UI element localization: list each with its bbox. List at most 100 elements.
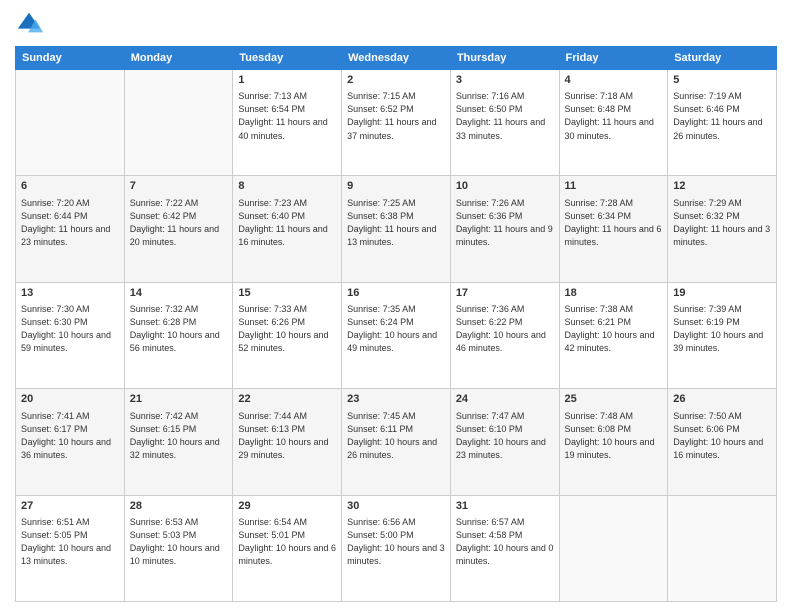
day-cell: 31 Sunrise: 6:57 AM Sunset: 4:58 PM Dayli… <box>450 495 559 601</box>
day-number: 26 <box>673 392 771 407</box>
day-cell: 13 Sunrise: 7:30 AM Sunset: 6:30 PM Dayli… <box>16 282 125 388</box>
day-cell <box>668 495 777 601</box>
day-cell: 21 Sunrise: 7:42 AM Sunset: 6:15 PM Dayli… <box>124 389 233 495</box>
day-number: 19 <box>673 286 771 301</box>
day-info: Sunrise: 7:22 AM Sunset: 6:42 PM Dayligh… <box>130 197 228 249</box>
col-header-friday: Friday <box>559 47 668 70</box>
day-cell: 29 Sunrise: 6:54 AM Sunset: 5:01 PM Dayli… <box>233 495 342 601</box>
day-number: 20 <box>21 392 119 407</box>
day-info: Sunrise: 7:47 AM Sunset: 6:10 PM Dayligh… <box>456 410 554 462</box>
day-number: 12 <box>673 179 771 194</box>
day-cell: 5 Sunrise: 7:19 AM Sunset: 6:46 PM Daylig… <box>668 70 777 176</box>
day-number: 1 <box>238 73 336 88</box>
day-number: 30 <box>347 499 445 514</box>
day-info: Sunrise: 7:35 AM Sunset: 6:24 PM Dayligh… <box>347 303 445 355</box>
day-info: Sunrise: 6:57 AM Sunset: 4:58 PM Dayligh… <box>456 516 554 568</box>
day-cell: 24 Sunrise: 7:47 AM Sunset: 6:10 PM Dayli… <box>450 389 559 495</box>
day-number: 23 <box>347 392 445 407</box>
day-cell <box>559 495 668 601</box>
day-cell: 30 Sunrise: 6:56 AM Sunset: 5:00 PM Dayli… <box>342 495 451 601</box>
day-info: Sunrise: 7:20 AM Sunset: 6:44 PM Dayligh… <box>21 197 119 249</box>
day-cell: 28 Sunrise: 6:53 AM Sunset: 5:03 PM Dayli… <box>124 495 233 601</box>
day-cell <box>124 70 233 176</box>
day-info: Sunrise: 7:16 AM Sunset: 6:50 PM Dayligh… <box>456 90 554 142</box>
day-number: 21 <box>130 392 228 407</box>
day-info: Sunrise: 7:29 AM Sunset: 6:32 PM Dayligh… <box>673 197 771 249</box>
day-cell: 14Sunrise: 7:32 AM Sunset: 6:28 PM Dayli… <box>124 282 233 388</box>
day-number: 7 <box>130 179 228 194</box>
day-cell: 22 Sunrise: 7:44 AM Sunset: 6:13 PM Dayli… <box>233 389 342 495</box>
day-cell: 9 Sunrise: 7:25 AM Sunset: 6:38 PM Daylig… <box>342 176 451 282</box>
day-number: 6 <box>21 179 119 194</box>
day-info: Sunrise: 7:42 AM Sunset: 6:15 PM Dayligh… <box>130 410 228 462</box>
logo <box>15 10 47 38</box>
week-row-1: 1 Sunrise: 7:13 AM Sunset: 6:54 PM Daylig… <box>16 70 777 176</box>
day-cell <box>16 70 125 176</box>
day-info: Sunrise: 6:56 AM Sunset: 5:00 PM Dayligh… <box>347 516 445 568</box>
day-cell: 6 Sunrise: 7:20 AM Sunset: 6:44 PM Daylig… <box>16 176 125 282</box>
page: SundayMondayTuesdayWednesdayThursdayFrid… <box>0 0 792 612</box>
day-cell: 12 Sunrise: 7:29 AM Sunset: 6:32 PM Dayli… <box>668 176 777 282</box>
day-cell: 16 Sunrise: 7:35 AM Sunset: 6:24 PM Dayli… <box>342 282 451 388</box>
day-info: Sunrise: 7:44 AM Sunset: 6:13 PM Dayligh… <box>238 410 336 462</box>
col-header-tuesday: Tuesday <box>233 47 342 70</box>
day-cell: 2Sunrise: 7:15 AM Sunset: 6:52 PM Daylig… <box>342 70 451 176</box>
day-number: 10 <box>456 179 554 194</box>
day-number: 5 <box>673 73 771 88</box>
day-cell: 23 Sunrise: 7:45 AM Sunset: 6:11 PM Dayli… <box>342 389 451 495</box>
day-cell: 18Sunrise: 7:38 AM Sunset: 6:21 PM Dayli… <box>559 282 668 388</box>
day-number: 4 <box>565 73 663 88</box>
day-cell: 4 Sunrise: 7:18 AM Sunset: 6:48 PM Daylig… <box>559 70 668 176</box>
col-header-thursday: Thursday <box>450 47 559 70</box>
day-number: 8 <box>238 179 336 194</box>
calendar-body: 1 Sunrise: 7:13 AM Sunset: 6:54 PM Daylig… <box>16 70 777 602</box>
day-cell: 10 Sunrise: 7:26 AM Sunset: 6:36 PM Dayli… <box>450 176 559 282</box>
day-info: Sunrise: 7:18 AM Sunset: 6:48 PM Dayligh… <box>565 90 663 142</box>
day-info: Sunrise: 7:23 AM Sunset: 6:40 PM Dayligh… <box>238 197 336 249</box>
day-cell: 8 Sunrise: 7:23 AM Sunset: 6:40 PM Daylig… <box>233 176 342 282</box>
day-number: 13 <box>21 286 119 301</box>
day-number: 31 <box>456 499 554 514</box>
week-row-5: 27Sunrise: 6:51 AM Sunset: 5:05 PM Dayli… <box>16 495 777 601</box>
day-info: Sunrise: 7:25 AM Sunset: 6:38 PM Dayligh… <box>347 197 445 249</box>
day-number: 3 <box>456 73 554 88</box>
day-info: Sunrise: 6:53 AM Sunset: 5:03 PM Dayligh… <box>130 516 228 568</box>
day-info: Sunrise: 7:45 AM Sunset: 6:11 PM Dayligh… <box>347 410 445 462</box>
day-info: Sunrise: 7:28 AM Sunset: 6:34 PM Dayligh… <box>565 197 663 249</box>
day-number: 22 <box>238 392 336 407</box>
day-number: 14 <box>130 286 228 301</box>
day-number: 11 <box>565 179 663 194</box>
day-number: 27 <box>21 499 119 514</box>
day-cell: 15Sunrise: 7:33 AM Sunset: 6:26 PM Dayli… <box>233 282 342 388</box>
day-cell: 1 Sunrise: 7:13 AM Sunset: 6:54 PM Daylig… <box>233 70 342 176</box>
day-info: Sunrise: 7:15 AM Sunset: 6:52 PM Dayligh… <box>347 90 445 142</box>
logo-icon <box>15 10 43 38</box>
day-cell: 3 Sunrise: 7:16 AM Sunset: 6:50 PM Daylig… <box>450 70 559 176</box>
day-number: 16 <box>347 286 445 301</box>
day-number: 24 <box>456 392 554 407</box>
day-number: 28 <box>130 499 228 514</box>
day-number: 9 <box>347 179 445 194</box>
day-info: Sunrise: 7:50 AM Sunset: 6:06 PM Dayligh… <box>673 410 771 462</box>
day-number: 29 <box>238 499 336 514</box>
week-row-4: 20 Sunrise: 7:41 AM Sunset: 6:17 PM Dayli… <box>16 389 777 495</box>
day-info: Sunrise: 7:26 AM Sunset: 6:36 PM Dayligh… <box>456 197 554 249</box>
col-header-wednesday: Wednesday <box>342 47 451 70</box>
day-cell: 7 Sunrise: 7:22 AM Sunset: 6:42 PM Daylig… <box>124 176 233 282</box>
day-info: Sunrise: 7:41 AM Sunset: 6:17 PM Dayligh… <box>21 410 119 462</box>
day-info: Sunrise: 7:38 AM Sunset: 6:21 PM Dayligh… <box>565 303 663 355</box>
day-number: 25 <box>565 392 663 407</box>
calendar-table: SundayMondayTuesdayWednesdayThursdayFrid… <box>15 46 777 602</box>
col-header-saturday: Saturday <box>668 47 777 70</box>
day-info: Sunrise: 7:48 AM Sunset: 6:08 PM Dayligh… <box>565 410 663 462</box>
day-info: Sunrise: 7:39 AM Sunset: 6:19 PM Dayligh… <box>673 303 771 355</box>
col-header-monday: Monday <box>124 47 233 70</box>
day-info: Sunrise: 7:19 AM Sunset: 6:46 PM Dayligh… <box>673 90 771 142</box>
day-info: Sunrise: 7:30 AM Sunset: 6:30 PM Dayligh… <box>21 303 119 355</box>
day-info: Sunrise: 6:54 AM Sunset: 5:01 PM Dayligh… <box>238 516 336 568</box>
day-cell: 19 Sunrise: 7:39 AM Sunset: 6:19 PM Dayli… <box>668 282 777 388</box>
day-info: Sunrise: 7:36 AM Sunset: 6:22 PM Dayligh… <box>456 303 554 355</box>
day-cell: 25 Sunrise: 7:48 AM Sunset: 6:08 PM Dayli… <box>559 389 668 495</box>
day-cell: 11 Sunrise: 7:28 AM Sunset: 6:34 PM Dayli… <box>559 176 668 282</box>
day-info: Sunrise: 7:13 AM Sunset: 6:54 PM Dayligh… <box>238 90 336 142</box>
